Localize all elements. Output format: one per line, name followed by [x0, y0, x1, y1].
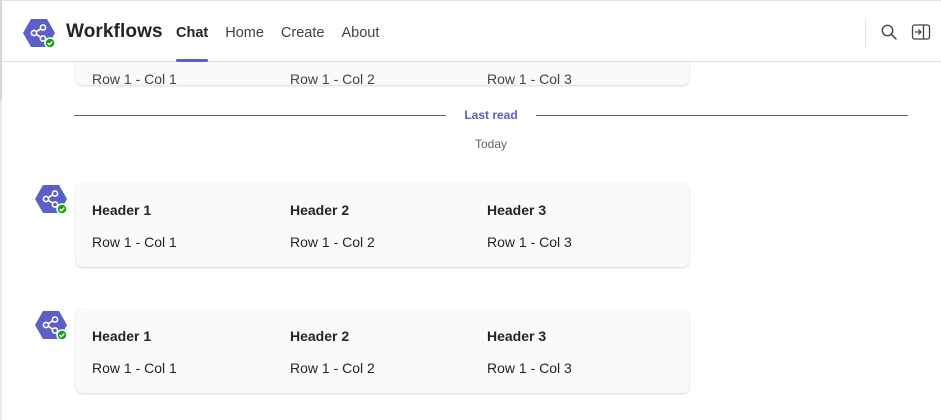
table-cell: Row 1 - Col 3 — [487, 71, 572, 87]
pop-out-icon — [911, 24, 931, 40]
last-read-line-right — [536, 115, 908, 116]
tab-create[interactable]: Create — [281, 1, 325, 63]
table-header: Header 3 — [487, 202, 547, 218]
table-cell: Row 1 - Col 1 — [92, 71, 177, 87]
table-cell: Row 1 - Col 2 — [290, 71, 375, 87]
table-header: Header 3 — [487, 328, 547, 344]
table-header: Header 2 — [290, 202, 350, 218]
teams-app-window: Workflows Chat Home Create About Row 1 -… — [0, 0, 941, 420]
app-tabs: Chat Home Create About — [176, 1, 396, 63]
table-cell: Row 1 - Col 2 — [290, 234, 375, 250]
pop-out-button[interactable] — [910, 21, 932, 43]
header-divider — [865, 19, 866, 47]
chat-message-list[interactable]: Row 1 - Col 1 Row 1 - Col 2 Row 1 - Col … — [2, 62, 941, 420]
search-button[interactable] — [878, 21, 900, 43]
app-title: Workflows — [66, 21, 163, 42]
table-header: Header 2 — [290, 328, 350, 344]
last-read-line-left — [74, 115, 446, 116]
date-separator: Today — [474, 137, 508, 151]
adaptive-card-message: Row 1 - Col 1 Row 1 - Col 2 Row 1 - Col … — [76, 62, 689, 87]
tab-home[interactable]: Home — [225, 1, 264, 63]
table-header: Header 1 — [92, 202, 152, 218]
workflows-avatar-icon[interactable] — [34, 183, 68, 215]
app-header: Workflows Chat Home Create About — [2, 0, 941, 62]
tab-chat[interactable]: Chat — [176, 1, 209, 63]
table-cell: Row 1 - Col 1 — [92, 360, 177, 376]
tab-about[interactable]: About — [341, 1, 379, 63]
last-read-marker: Last read — [464, 108, 518, 122]
table-cell: Row 1 - Col 3 — [487, 234, 572, 250]
table-cell: Row 1 - Col 3 — [487, 360, 572, 376]
table-cell: Row 1 - Col 1 — [92, 234, 177, 250]
search-icon — [881, 24, 897, 40]
table-cell: Row 1 - Col 2 — [290, 360, 375, 376]
workflows-avatar-icon[interactable] — [34, 309, 68, 341]
workflows-share-icon — [23, 19, 56, 49]
adaptive-card-message: Header 1 Header 2 Header 3 Row 1 - Col 1… — [76, 309, 689, 393]
table-header: Header 1 — [92, 328, 152, 344]
adaptive-card-message: Header 1 Header 2 Header 3 Row 1 - Col 1… — [76, 183, 689, 267]
